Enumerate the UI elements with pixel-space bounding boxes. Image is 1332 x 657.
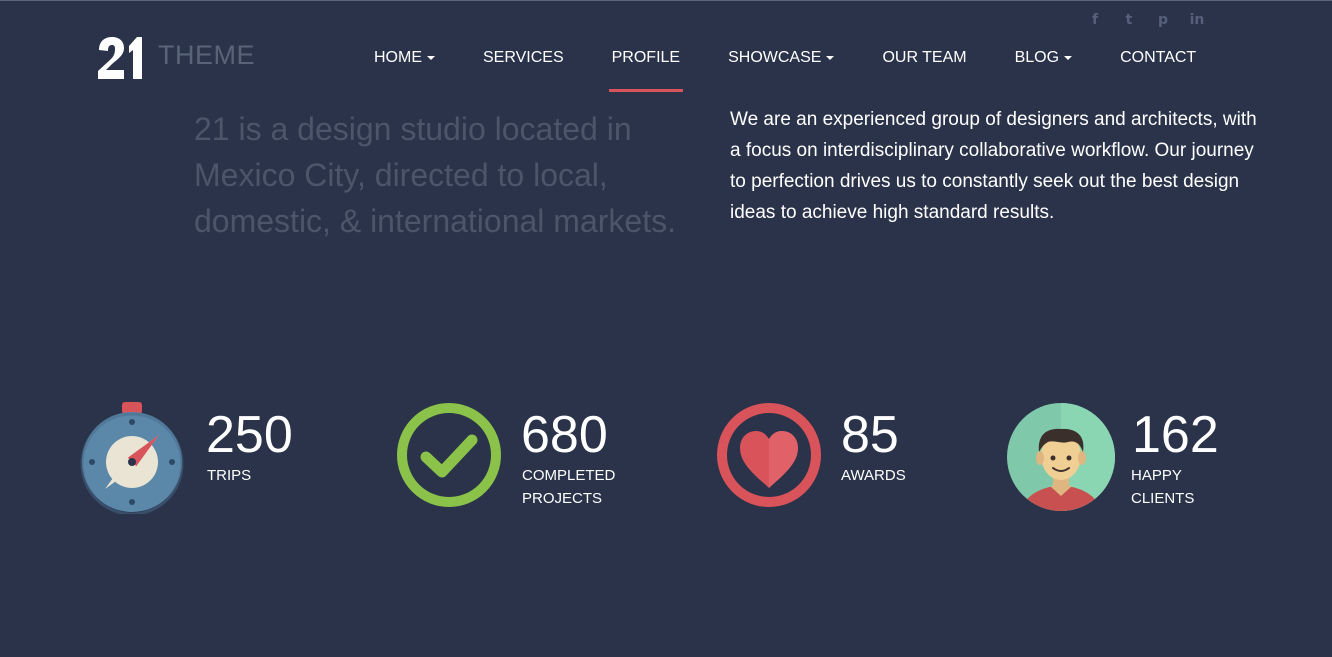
stat-awards: 85 AWARDS bbox=[716, 402, 976, 514]
social-links: f t p in bbox=[1078, 12, 1214, 28]
chevron-down-icon bbox=[826, 55, 835, 60]
nav-blog[interactable]: BLOG bbox=[991, 46, 1096, 92]
stat-completed-projects: 680 COMPLETED PROJECTS bbox=[396, 402, 656, 514]
intro-description: We are an experienced group of designers… bbox=[730, 109, 1257, 223]
nav-contact[interactable]: CONTACT bbox=[1096, 46, 1220, 92]
chevron-down-icon bbox=[1064, 55, 1073, 60]
stat-completed-label-line-1: COMPLETED bbox=[522, 467, 616, 484]
twitter-icon[interactable]: t bbox=[1112, 12, 1146, 28]
intro-tagline: 21 is a design studio located in Mexico … bbox=[194, 111, 676, 239]
nav-profile[interactable]: PROFILE bbox=[588, 46, 704, 92]
stat-trips-number: 250 bbox=[206, 406, 293, 464]
stat-clients-label: HAPPY CLIENTS bbox=[1131, 464, 1194, 510]
linkedin-icon[interactable]: in bbox=[1180, 12, 1214, 28]
site-logo[interactable]: THEME bbox=[96, 36, 255, 80]
nav-services[interactable]: SERVICES bbox=[459, 46, 588, 92]
nav-home-label: HOME bbox=[374, 49, 422, 66]
nav-showcase[interactable]: SHOWCASE bbox=[704, 46, 858, 92]
stat-trips: 250 TRIPS bbox=[80, 402, 340, 514]
nav-our-team-label: OUR TEAM bbox=[882, 49, 967, 66]
stat-trips-label-line: TRIPS bbox=[207, 467, 252, 484]
stat-awards-number: 85 bbox=[841, 406, 899, 464]
stat-trips-label: TRIPS bbox=[207, 464, 251, 487]
nav-showcase-label: SHOWCASE bbox=[728, 49, 822, 66]
nav-contact-label: CONTACT bbox=[1120, 49, 1197, 66]
logo-21-mark bbox=[98, 37, 142, 79]
stat-clients-label-line-2: CLIENTS bbox=[1131, 490, 1195, 507]
stat-completed-label-line-2: PROJECTS bbox=[522, 490, 603, 507]
pinterest-icon[interactable]: p bbox=[1146, 12, 1180, 28]
heart-icon bbox=[717, 403, 821, 507]
stat-awards-label: AWARDS bbox=[841, 464, 906, 487]
stat-clients-label-line-1: HAPPY bbox=[1131, 467, 1182, 484]
facebook-icon[interactable]: f bbox=[1078, 12, 1112, 28]
checkmark-circle-icon bbox=[397, 403, 501, 507]
stat-clients-number: 162 bbox=[1132, 406, 1219, 464]
top-divider bbox=[0, 0, 1332, 1]
stat-happy-clients: 162 HAPPY CLIENTS bbox=[1006, 402, 1266, 514]
nav-profile-label: PROFILE bbox=[611, 49, 681, 66]
main-nav: HOME SERVICES PROFILE SHOWCASE OUR TEAM … bbox=[350, 46, 1220, 92]
logo-wordmark: THEME bbox=[158, 40, 255, 70]
nav-home[interactable]: HOME bbox=[350, 46, 459, 92]
stat-completed-number: 680 bbox=[521, 406, 608, 464]
nav-services-label: SERVICES bbox=[483, 49, 564, 66]
stat-completed-label: COMPLETED PROJECTS bbox=[522, 464, 615, 510]
nav-blog-label: BLOG bbox=[1014, 49, 1060, 66]
stat-awards-label-line: AWARDS bbox=[841, 467, 906, 484]
nav-our-team[interactable]: OUR TEAM bbox=[858, 46, 990, 92]
chevron-down-icon bbox=[427, 55, 435, 60]
compass-icon bbox=[80, 402, 184, 514]
happy-client-avatar-icon bbox=[1007, 403, 1115, 511]
